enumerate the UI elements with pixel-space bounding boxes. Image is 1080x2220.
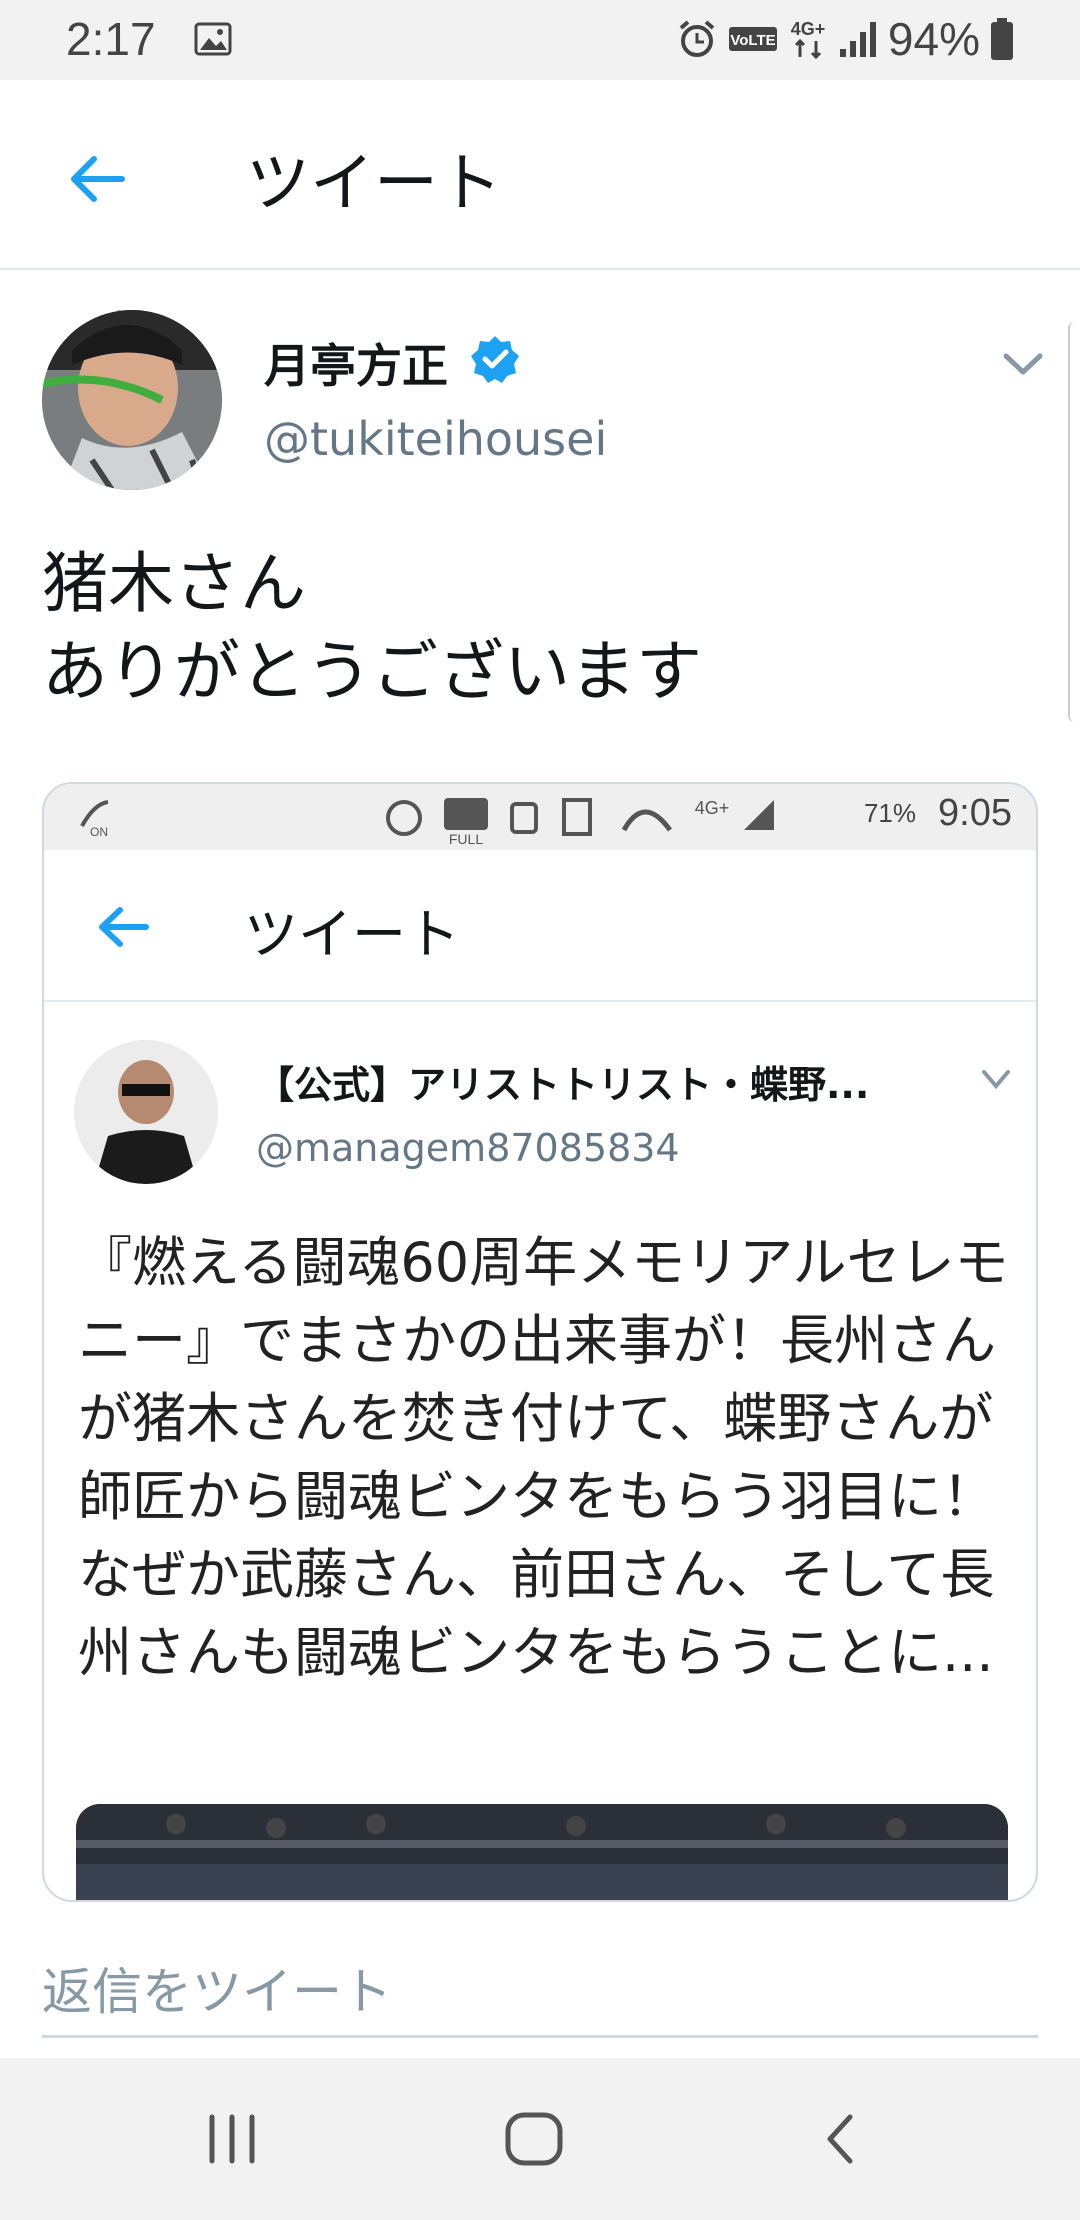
media-chevron-down-icon: [982, 1070, 1010, 1090]
scrollbar[interactable]: [1068, 322, 1080, 722]
media-author-name: 【公式】アリストトリスト・蝶野...: [256, 1063, 870, 1107]
alarm-icon: [679, 20, 715, 57]
home-icon: [505, 2112, 563, 2166]
svg-text:4G+: 4G+: [695, 798, 730, 818]
media-status-icons: ON FULL 4G+: [80, 798, 774, 847]
tweet-text-line-1: 猪木さん: [42, 545, 306, 622]
media-embedded-photo-scene: [76, 1804, 1008, 1900]
media-arrow-left-icon: [99, 907, 149, 947]
back-nav-button[interactable]: [800, 2104, 880, 2174]
status-bar: 2:17 VoLTE 4G+ 94%: [0, 0, 1080, 80]
media-avatar-photo: [74, 1040, 218, 1184]
media-author-handle: @managem87085834: [256, 1126, 680, 1170]
battery-icon: [991, 18, 1013, 60]
reply-input[interactable]: 返信をツイート: [42, 1922, 1038, 2038]
svg-text:ON: ON: [90, 825, 108, 839]
tweet-text: 猪木さん ありがとうございます: [42, 540, 702, 716]
reply-bar: 返信をツイート: [0, 1902, 1080, 2058]
page-title: ツイート: [246, 147, 502, 221]
media-tweet-text: 『燃える闘魂60周年メモリアルセレモニー』でまさかの出来事が！長州さんが猪木さん…: [78, 1231, 1009, 1684]
media-avatar: [74, 1040, 218, 1184]
media-battery: 71%: [863, 798, 916, 828]
media-page-title: ツイート: [244, 903, 460, 966]
media-time: 9:05: [938, 792, 1012, 834]
avatar-photo: [42, 310, 222, 490]
avatar[interactable]: [42, 310, 222, 490]
battery-percent: 94%: [887, 13, 980, 65]
tweet-media-image[interactable]: ON FULL 4G+ 71% 9:05 ツイート 【公式】アリストトリスト・蝶…: [42, 782, 1038, 1902]
author-handle[interactable]: @tukiteihousei: [264, 412, 607, 466]
back-button[interactable]: [56, 144, 136, 214]
4g-plus-icon: 4G+: [791, 19, 826, 60]
media-embedded-photo: [76, 1804, 1008, 1900]
status-time: 2:17: [66, 13, 156, 65]
svg-text:4G+: 4G+: [791, 19, 826, 39]
system-nav-bar: [0, 2058, 1080, 2220]
media-status-bar: ON FULL 4G+ 71% 9:05: [44, 784, 1036, 850]
signal-icon: [839, 22, 876, 57]
recent-apps-icon: [209, 2114, 255, 2164]
svg-text:VoLTE: VoLTE: [730, 32, 775, 49]
verified-badge-icon: [471, 336, 519, 383]
home-button[interactable]: [494, 2104, 574, 2174]
svg-text:FULL: FULL: [449, 831, 483, 847]
arrow-left-icon: [71, 156, 125, 202]
media-app-header: ツイート: [44, 850, 1036, 1002]
app-header: ツイート: [0, 80, 1080, 270]
image-icon: [194, 22, 232, 56]
chevron-left-icon: [827, 2114, 853, 2164]
recent-apps-button[interactable]: [192, 2104, 272, 2174]
author-name[interactable]: 月亭方正: [264, 330, 448, 396]
tweet-text-line-2: ありがとうございます: [42, 633, 702, 710]
chevron-down-icon[interactable]: [998, 344, 1048, 384]
status-icons: VoLTE 4G+ 94%: [676, 13, 1014, 65]
volte-icon: VoLTE: [728, 27, 777, 51]
